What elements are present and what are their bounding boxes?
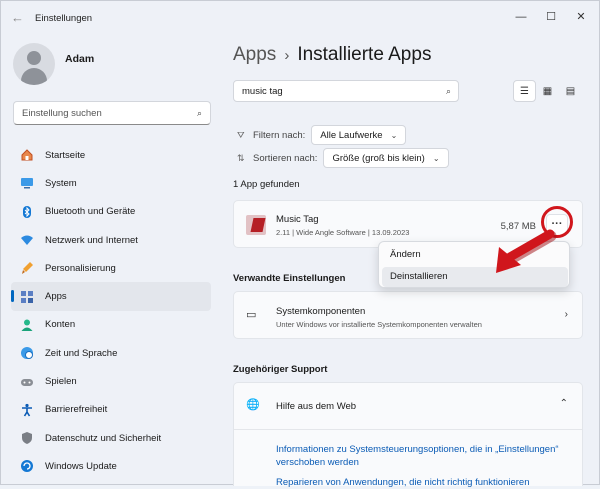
support-heading: Zugehöriger Support bbox=[233, 364, 328, 375]
tile-view-icon[interactable]: ▤ bbox=[559, 80, 582, 102]
search-placeholder: Einstellung suchen bbox=[22, 108, 102, 119]
sidebar-item-spielen[interactable]: Spielen bbox=[11, 367, 211, 395]
filter-label: Filtern nach: bbox=[253, 129, 306, 141]
wifi-icon bbox=[19, 232, 35, 248]
list-view-icon[interactable]: ☰ bbox=[513, 80, 536, 102]
sidebar-item-label: Netzwerk und Internet bbox=[45, 234, 138, 246]
monitor-icon bbox=[19, 175, 35, 191]
bluetooth-icon bbox=[19, 204, 35, 220]
sidebar-nav: Startseite System Bluetooth und Geräte N… bbox=[11, 141, 211, 481]
title-bar: ← Einstellungen — ☐ ✕ bbox=[1, 1, 600, 35]
sidebar-item-barrierefreiheit[interactable]: Barrierefreiheit bbox=[11, 396, 211, 424]
sidebar-item-label: Datenschutz und Sicherheit bbox=[45, 432, 162, 444]
filter-dropdown[interactable]: Alle Laufwerke ⌄ bbox=[311, 125, 407, 145]
breadcrumb: Apps › Installierte Apps bbox=[233, 44, 431, 66]
related-settings-heading: Verwandte Einstellungen bbox=[233, 273, 346, 284]
app-name: Music Tag bbox=[276, 214, 319, 225]
sidebar-item-label: Konten bbox=[45, 319, 76, 331]
sidebar-item-bluetooth[interactable]: Bluetooth und Geräte bbox=[11, 198, 211, 226]
sidebar-item-label: Startseite bbox=[45, 149, 86, 161]
system-components-row[interactable]: ▭ Systemkomponenten Unter Windows vor in… bbox=[233, 291, 583, 339]
context-menu: Ändern Deinstallieren bbox=[378, 241, 570, 288]
sidebar-item-label: Zeit und Sprache bbox=[45, 347, 118, 359]
sort-dropdown[interactable]: Größe (groß bis klein) ⌄ bbox=[323, 148, 449, 168]
app-size: 5,87 MB bbox=[500, 221, 536, 232]
page-title: Installierte Apps bbox=[297, 44, 432, 65]
filter-icon: ⛛ bbox=[237, 129, 245, 140]
help-link-control-panel[interactable]: Informationen zu Systemsteuerungsoptione… bbox=[276, 443, 566, 469]
sidebar-item-windows-update[interactable]: Windows Update bbox=[11, 452, 211, 480]
breadcrumb-parent[interactable]: Apps bbox=[233, 44, 276, 65]
app-search-value: music tag bbox=[242, 86, 283, 97]
sidebar-item-apps[interactable]: Apps bbox=[11, 282, 211, 311]
sidebar-item-system[interactable]: System bbox=[11, 169, 211, 197]
search-icon: ⌕ bbox=[196, 108, 202, 118]
chevron-right-icon: › bbox=[284, 47, 290, 64]
sidebar-item-label: System bbox=[45, 177, 77, 189]
avatar[interactable] bbox=[13, 43, 55, 85]
user-name: Adam bbox=[65, 53, 95, 65]
sidebar-item-label: Spielen bbox=[45, 376, 77, 388]
update-icon bbox=[19, 458, 35, 474]
divider bbox=[234, 429, 582, 430]
sidebar-item-zeit-sprache[interactable]: Zeit und Sprache bbox=[11, 339, 211, 367]
sidebar-item-netzwerk[interactable]: Netzwerk und Internet bbox=[11, 226, 211, 254]
accessibility-icon bbox=[19, 402, 35, 418]
globe-icon: 🌐 bbox=[246, 399, 260, 411]
app-search-input[interactable]: music tag ⌕ bbox=[233, 80, 459, 102]
annotation-circle bbox=[541, 206, 573, 238]
web-help-panel: 🌐 Hilfe aus dem Web ⌃ Informationen zu S… bbox=[233, 382, 583, 489]
chevron-right-icon: › bbox=[564, 309, 568, 320]
sidebar-item-personalisierung[interactable]: Personalisierung bbox=[11, 254, 211, 282]
results-count: 1 App gefunden bbox=[233, 179, 300, 190]
system-components-subtitle: Unter Windows vor installierte Systemkom… bbox=[276, 320, 482, 329]
chevron-down-icon: ⌄ bbox=[432, 153, 440, 163]
home-icon bbox=[19, 147, 35, 163]
search-icon: ⌕ bbox=[445, 86, 451, 96]
globe-clock-icon bbox=[19, 345, 35, 361]
sidebar-item-label: Barrierefreiheit bbox=[45, 404, 108, 416]
help-link-repair-apps[interactable]: Reparieren von Anwendungen, die nicht ri… bbox=[276, 476, 566, 489]
filter-value: Alle Laufwerke bbox=[320, 129, 383, 141]
sort-icon: ⇅ bbox=[237, 152, 245, 163]
brush-icon bbox=[19, 260, 35, 276]
chevron-down-icon: ⌄ bbox=[390, 130, 398, 140]
minimize-button[interactable]: — bbox=[509, 7, 533, 27]
sidebar-item-datenschutz[interactable]: Datenschutz und Sicherheit bbox=[11, 424, 211, 452]
back-arrow-icon[interactable]: ← bbox=[11, 11, 25, 25]
music-tag-app-icon bbox=[246, 215, 266, 235]
sidebar-item-startseite[interactable]: Startseite bbox=[11, 141, 211, 169]
sidebar-item-label: Personalisierung bbox=[45, 262, 116, 274]
web-help-title[interactable]: Hilfe aus dem Web bbox=[276, 401, 356, 412]
chevron-up-icon[interactable]: ⌃ bbox=[560, 398, 568, 409]
system-components-title: Systemkomponenten bbox=[276, 306, 366, 317]
close-button[interactable]: ✕ bbox=[569, 7, 593, 27]
sidebar-item-label: Apps bbox=[45, 291, 67, 303]
menu-item-aendern[interactable]: Ändern bbox=[382, 245, 568, 265]
shield-icon bbox=[19, 430, 35, 446]
view-toggle: ☰ ▦ ▤ bbox=[513, 80, 583, 102]
maximize-button[interactable]: ☐ bbox=[539, 7, 563, 27]
window-title: Einstellungen bbox=[35, 13, 93, 24]
sort-value: Größe (groß bis klein) bbox=[332, 152, 425, 164]
gamepad-icon bbox=[19, 374, 35, 390]
sidebar-item-label: Windows Update bbox=[45, 460, 117, 472]
components-icon: ▭ bbox=[246, 309, 257, 321]
sort-row: ⇅ Sortieren nach: Größe (groß bis klein)… bbox=[237, 148, 449, 168]
filter-row: ⛛ Filtern nach: Alle Laufwerke ⌄ bbox=[237, 125, 407, 145]
grid-view-icon[interactable]: ▦ bbox=[536, 80, 559, 102]
app-meta: 2.11 | Wide Angle Software | 13.09.2023 bbox=[276, 228, 410, 237]
settings-window: ← Einstellungen — ☐ ✕ Adam Einstellung s… bbox=[0, 0, 600, 489]
settings-search-input[interactable]: Einstellung suchen ⌕ bbox=[13, 101, 211, 125]
person-icon bbox=[19, 317, 35, 333]
sidebar-item-label: Bluetooth und Geräte bbox=[45, 206, 136, 218]
sidebar-item-konten[interactable]: Konten bbox=[11, 311, 211, 339]
menu-item-deinstallieren[interactable]: Deinstallieren bbox=[382, 267, 568, 287]
apps-icon bbox=[19, 289, 35, 305]
sort-label: Sortieren nach: bbox=[253, 152, 318, 164]
